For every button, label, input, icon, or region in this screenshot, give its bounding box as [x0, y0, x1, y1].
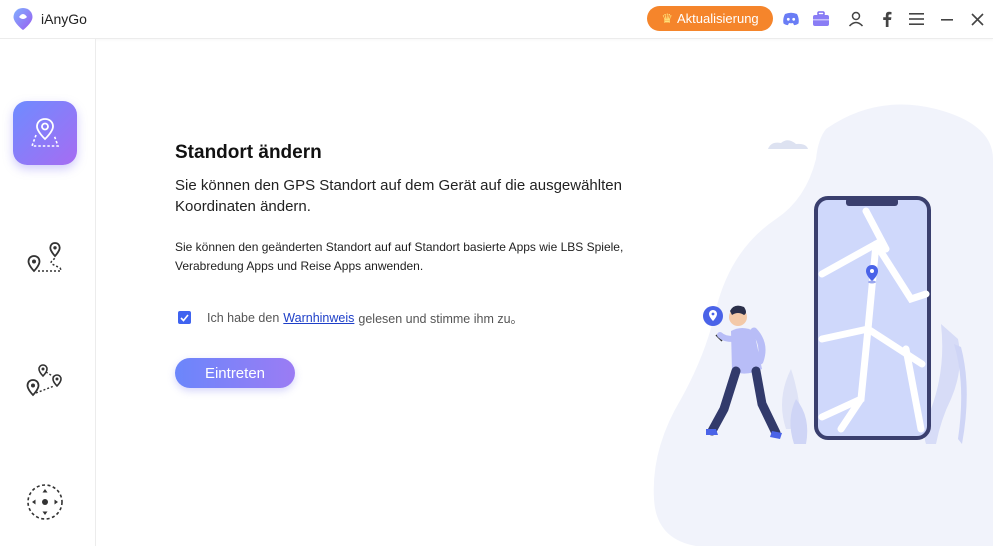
- app-logo-icon: [13, 8, 33, 30]
- enter-button[interactable]: Eintreten: [175, 358, 295, 388]
- sidebar-item-joystick[interactable]: [13, 470, 77, 534]
- agree-prefix: Ich habe den: [207, 310, 280, 325]
- account-icon[interactable]: [846, 9, 866, 29]
- toolbox-icon[interactable]: [811, 9, 831, 29]
- sidebar-item-multi-spot[interactable]: [13, 349, 77, 413]
- agree-suffix: gelesen und stimme ihm zu。: [358, 312, 524, 326]
- update-label: Aktualisierung: [677, 11, 759, 26]
- two-pins-route-icon: [27, 242, 62, 273]
- discord-icon[interactable]: [781, 9, 801, 29]
- menu-icon[interactable]: [906, 9, 926, 29]
- sidebar: [0, 39, 96, 546]
- agree-checkbox[interactable]: [178, 311, 191, 324]
- sidebar-item-two-spot[interactable]: [13, 227, 77, 291]
- main-content: Standort ändern Sie können den GPS Stand…: [96, 39, 993, 546]
- description: Sie können den GPS Standort auf dem Gerä…: [175, 177, 622, 215]
- phone-map-illustration: [653, 104, 993, 546]
- joystick-icon: [27, 484, 63, 520]
- title-bar: iAnyGo ♛ Aktualisierung: [0, 0, 993, 39]
- app-name: iAnyGo: [41, 11, 87, 27]
- check-icon: [180, 313, 189, 322]
- minimize-icon[interactable]: [937, 9, 957, 29]
- update-button[interactable]: ♛ Aktualisierung: [647, 6, 773, 31]
- warning-link[interactable]: Warnhinweis: [283, 311, 354, 325]
- facebook-icon[interactable]: [877, 9, 897, 29]
- usage-note: Sie können den geänderten Standort auf a…: [175, 240, 624, 273]
- sidebar-item-change-location[interactable]: [13, 101, 77, 165]
- close-icon[interactable]: [967, 9, 987, 29]
- multi-pins-route-icon: [26, 364, 62, 397]
- crown-icon: ♛: [661, 10, 673, 26]
- location-pin-map-icon: [30, 118, 60, 147]
- page-title: Standort ändern: [175, 142, 322, 163]
- agreement-row: Ich habe den Warnhinweis gelesen und sti…: [178, 308, 523, 327]
